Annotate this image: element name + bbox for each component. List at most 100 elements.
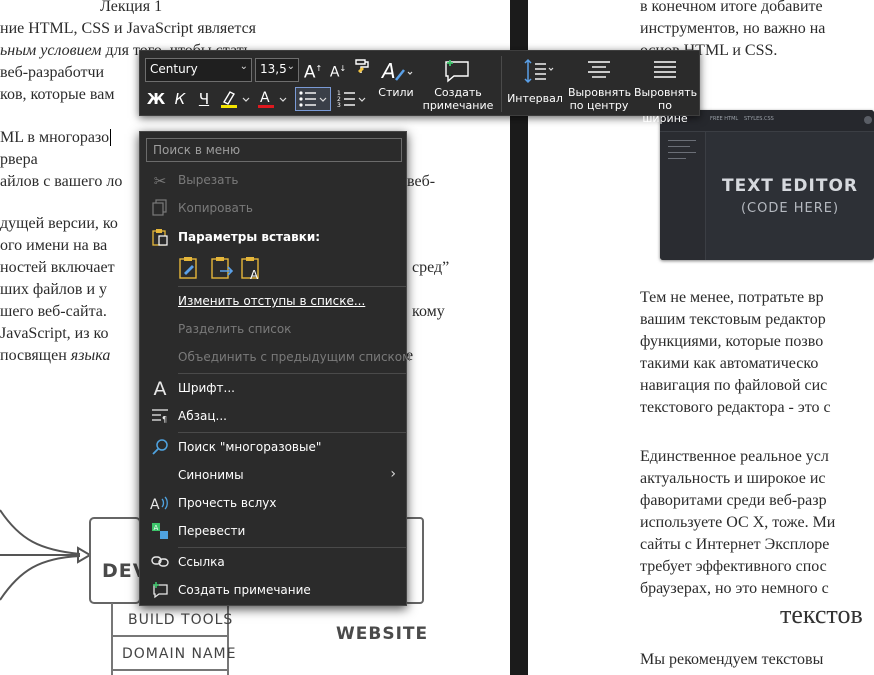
font-color-swatch <box>258 105 274 108</box>
font-name-value: Century <box>150 62 198 76</box>
mini-toolbar: Century ⌄ 13,5 ⌄ A↑ A↓ Ж К Ч A 123 A Сти… <box>139 50 700 125</box>
link-icon <box>150 553 170 573</box>
text-editor-image: FREE HTML STYLES.CSS TEXT EDITOR (CODE H… <box>660 110 874 260</box>
doc-line: используете ОС X, тоже. Ми <box>640 514 836 531</box>
format-painter-icon <box>355 59 369 73</box>
styles-button[interactable]: A Стили <box>376 56 416 99</box>
doc-line: ние HTML, CSS и JavaScript является <box>0 20 257 37</box>
svg-text:A: A <box>154 524 159 532</box>
copy-icon <box>150 199 170 219</box>
styles-icon: A <box>376 56 416 86</box>
menu-item-read-aloud[interactable]: A Прочесть вслух <box>140 491 406 517</box>
svg-text:A: A <box>380 59 396 83</box>
font-size-select[interactable]: 13,5 ⌄ <box>255 58 299 82</box>
doc-line: Единственное реальное усл <box>640 448 829 465</box>
svg-text:A: A <box>260 90 270 106</box>
doc-line: сайты с Интернет Эксплоре <box>640 536 830 553</box>
line-spacing-icon <box>506 56 564 86</box>
menu-item-synonyms[interactable]: Синонимы › <box>140 463 406 489</box>
menu-item-paragraph[interactable]: ¶ Абзац... <box>140 404 406 430</box>
svg-text:¶: ¶ <box>162 415 167 423</box>
highlight-color-button[interactable] <box>219 88 253 116</box>
chevron-down-icon: ⌄ <box>239 61 248 72</box>
paste-text-only-button[interactable]: A <box>238 255 264 282</box>
menu-item-translate[interactable]: A Перевести <box>140 519 406 545</box>
scissors-icon: ✂ <box>153 172 167 190</box>
diagram-website-label: WEBSITE <box>336 624 429 644</box>
editor-sidebar <box>660 132 706 260</box>
menu-separator <box>178 373 406 374</box>
menu-item-new-comment[interactable]: Создать примечание <box>140 578 406 604</box>
doc-line: шего веб-сайта. <box>0 303 107 320</box>
grow-font-button[interactable]: A↑ <box>303 58 323 84</box>
doc-line: Тем не менее, потратьте вр <box>640 289 824 306</box>
toolbar-divider <box>501 56 502 112</box>
doc-line: Мы рекомендуем текстовы <box>640 651 824 668</box>
paragraph-icon: ¶ <box>150 407 170 427</box>
paste-merge-formatting-button[interactable] <box>208 255 234 281</box>
font-color-icon: A <box>258 90 287 108</box>
chevron-right-icon: › <box>390 466 396 482</box>
translate-icon: A <box>150 522 170 542</box>
doc-line: айлов с вашего ло <box>0 173 123 190</box>
page-header: Лекция 1 <box>100 0 163 15</box>
align-center-button[interactable]: Выровнять по центру <box>568 56 631 112</box>
doc-line: браузерах, но это немного с <box>640 580 829 597</box>
search-icon <box>150 438 170 458</box>
menu-search-input[interactable]: Поиск в меню <box>146 138 402 162</box>
doc-line: JavaScript, из ко <box>0 325 109 342</box>
bullet-list-icon <box>299 91 327 107</box>
diagram-domain-name: DOMAIN NAME <box>122 646 237 662</box>
chevron-down-icon: ⌄ <box>286 61 295 72</box>
menu-separator <box>178 547 406 548</box>
menu-item-cut[interactable]: ✂ Вырезать <box>140 168 406 194</box>
bold-button[interactable]: Ж <box>146 88 166 110</box>
font-name-select[interactable]: Century ⌄ <box>145 58 252 82</box>
paste-keep-formatting-button[interactable] <box>176 255 202 281</box>
menu-item-paste-options: Параметры вставки: <box>140 225 406 251</box>
bullets-button[interactable] <box>295 87 331 111</box>
editor-tab-css: STYLES.CSS <box>744 116 774 122</box>
doc-line-fragment: веб- <box>407 173 436 190</box>
doc-line: актуальность и широкое ис <box>640 470 826 487</box>
menu-item-join-previous-list[interactable]: Объединить с предыдущим списком <box>140 345 411 371</box>
line-spacing-button[interactable]: Интервал <box>506 56 564 105</box>
paste-options-row: A <box>140 255 406 285</box>
doc-line-fragment: сред” <box>412 259 450 276</box>
highlight-swatch <box>221 105 237 108</box>
justify-button[interactable]: Выровнять по ширине <box>634 56 697 125</box>
menu-item-search[interactable]: Поиск "многоразовые" <box>140 435 406 461</box>
doc-line: функциями, которые позво <box>640 333 824 350</box>
doc-line: ших файлов и у <box>0 281 108 298</box>
clipboard-icon <box>150 228 170 248</box>
editor-title: TEXT EDITOR <box>721 176 859 196</box>
highlighter-icon <box>221 91 250 108</box>
menu-item-change-list-indents[interactable]: Изменить отступы в списке... <box>140 289 406 315</box>
shrink-font-button[interactable]: A↓ <box>328 58 348 84</box>
menu-separator <box>178 286 406 287</box>
context-menu: Поиск в меню ✂ Вырезать Копировать Парам… <box>139 131 411 606</box>
doc-line: посвящен языка <box>0 347 111 364</box>
menu-item-copy[interactable]: Копировать <box>140 196 406 222</box>
align-justify-icon <box>634 56 696 86</box>
doc-line: ностей включает <box>0 259 115 276</box>
doc-line: веб-разработчи <box>0 64 105 81</box>
paste-text-only-icon: A <box>241 257 259 282</box>
menu-item-link[interactable]: Ссылка <box>140 550 406 576</box>
font-color-button[interactable]: A <box>256 88 290 116</box>
doc-line: в конечном итоге добавите <box>640 0 823 15</box>
numbering-button[interactable]: 123 <box>334 88 370 116</box>
comment-plus-icon <box>422 56 494 86</box>
doc-line: фаворитами среди веб-разр <box>640 492 827 509</box>
format-painter-button[interactable] <box>352 58 372 82</box>
paste-merge-icon <box>211 257 234 279</box>
font-size-value: 13,5 <box>260 62 287 76</box>
italic-button[interactable]: К <box>171 88 189 110</box>
new-comment-button[interactable]: Создать примечание <box>422 56 494 112</box>
doc-line: дущей версии, ко <box>0 215 118 232</box>
doc-line: такими как автоматическо <box>640 355 819 372</box>
menu-item-split-list[interactable]: Разделить список <box>140 317 406 343</box>
editor-tab-html: FREE HTML <box>710 116 739 122</box>
menu-item-font[interactable]: A Шрифт... <box>140 376 406 402</box>
underline-button[interactable]: Ч <box>194 88 214 110</box>
